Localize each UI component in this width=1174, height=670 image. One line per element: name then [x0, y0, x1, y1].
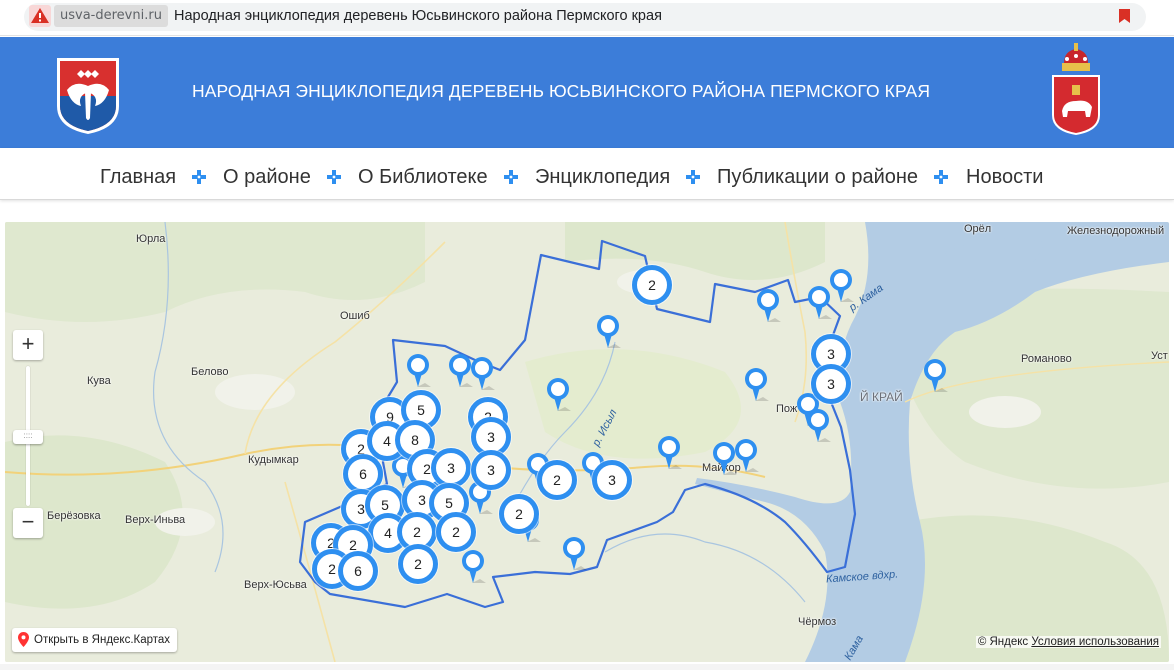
- page-bottom: [0, 664, 1174, 670]
- map-cluster[interactable]: 3: [471, 450, 511, 490]
- map-placemark-icon[interactable]: [595, 314, 621, 350]
- nav-item-encyclopedia[interactable]: Энциклопедия: [535, 166, 670, 189]
- map-cluster[interactable]: 2: [398, 544, 438, 584]
- map-cluster[interactable]: 2: [537, 460, 577, 500]
- place-label: Чёрмоз: [798, 616, 837, 628]
- place-label: Берёзовка: [47, 510, 101, 522]
- map-placemark-icon[interactable]: [743, 367, 769, 403]
- map-copyright: © Яндекс Условия использования: [975, 636, 1161, 648]
- map-placemark-icon[interactable]: [460, 549, 486, 585]
- zoom-out-button[interactable]: −: [13, 508, 43, 538]
- zoom-slider-handle[interactable]: ::::: [13, 430, 43, 444]
- map-placemark-icon[interactable]: [561, 536, 587, 572]
- blue-cross-icon: [686, 170, 700, 184]
- blue-cross-icon: [934, 170, 948, 184]
- place-label: Белово: [191, 366, 229, 378]
- page-title[interactable]: Народная энциклопедия деревень Юсьвинско…: [174, 8, 662, 24]
- map-placemark-icon[interactable]: [828, 268, 854, 304]
- blue-cross-icon: [192, 170, 206, 184]
- map-placemark-icon[interactable]: [469, 356, 495, 392]
- map-base-layer[interactable]: [5, 222, 1169, 662]
- domain-chip[interactable]: usva-derevni.ru: [54, 5, 168, 27]
- map-cluster[interactable]: 3: [592, 460, 632, 500]
- place-label: Уст: [1151, 350, 1168, 362]
- map-cluster[interactable]: 3: [811, 364, 851, 404]
- place-label: Кудымкар: [248, 454, 299, 466]
- warning-triangle-icon[interactable]: [29, 5, 51, 27]
- nav-item-about-district[interactable]: О районе: [223, 166, 311, 189]
- zoom-control: + :::: −: [13, 330, 43, 538]
- nav-item-about-library[interactable]: О Библиотеке: [358, 166, 488, 189]
- map-pin-icon: [18, 632, 29, 647]
- zoom-in-button[interactable]: +: [13, 330, 43, 360]
- map-cluster[interactable]: 6: [338, 551, 378, 591]
- blue-cross-icon: [504, 170, 518, 184]
- map-cluster[interactable]: 2: [499, 494, 539, 534]
- map-placemark-icon[interactable]: [545, 377, 571, 413]
- map-placemark-icon[interactable]: [922, 358, 948, 394]
- place-label: Ошиб: [340, 310, 370, 322]
- map-cluster[interactable]: 3: [431, 448, 471, 488]
- place-label: Кува: [87, 375, 111, 387]
- map-placemark-icon[interactable]: [733, 438, 759, 474]
- site-title: НАРОДНАЯ ЭНЦИКЛОПЕДИЯ ДЕРЕВЕНЬ ЮСЬВИНСКО…: [192, 81, 931, 101]
- map-placemark-icon[interactable]: [656, 435, 682, 471]
- nav-item-publications[interactable]: Публикации о районе: [717, 166, 918, 189]
- blue-cross-icon: [327, 170, 341, 184]
- place-label: Верх-Иньва: [125, 514, 186, 526]
- place-label: Романово: [1021, 353, 1072, 365]
- address-bar: usva-derevni.ru Народная энциклопедия де…: [0, 0, 1174, 36]
- perm-krai-coat-of-arms-icon[interactable]: [1050, 43, 1102, 135]
- nav-item-news[interactable]: Новости: [966, 166, 1043, 189]
- bookmark-icon[interactable]: [1119, 9, 1130, 23]
- place-label: Верх-Юсьва: [244, 579, 307, 591]
- nav-item-home[interactable]: Главная: [100, 166, 176, 189]
- place-label: Юрла: [136, 233, 166, 245]
- yandex-map[interactable]: Юрла Ошиб Кува Белово Кудымкар Берёзовка…: [5, 222, 1169, 662]
- map-placemark-icon[interactable]: [805, 408, 831, 444]
- map-cluster[interactable]: 2: [632, 265, 672, 305]
- place-label: Железнодорожный: [1067, 225, 1165, 237]
- copyright-text: © Яндекс: [977, 636, 1029, 648]
- open-in-yandex-maps-button[interactable]: Открыть в Яндекс.Картах: [12, 628, 178, 652]
- yusva-district-coat-of-arms-icon[interactable]: [55, 56, 121, 136]
- terms-of-use-link[interactable]: Условия использования: [1031, 636, 1159, 648]
- open-in-yandex-maps-label: Открыть в Яндекс.Картах: [34, 634, 171, 646]
- place-label: Й КРАЙ: [860, 390, 903, 404]
- map-placemark-icon[interactable]: [755, 288, 781, 324]
- map-placemark-icon[interactable]: [405, 353, 431, 389]
- map-cluster[interactable]: 2: [436, 512, 476, 552]
- place-label: Орёл: [964, 223, 992, 235]
